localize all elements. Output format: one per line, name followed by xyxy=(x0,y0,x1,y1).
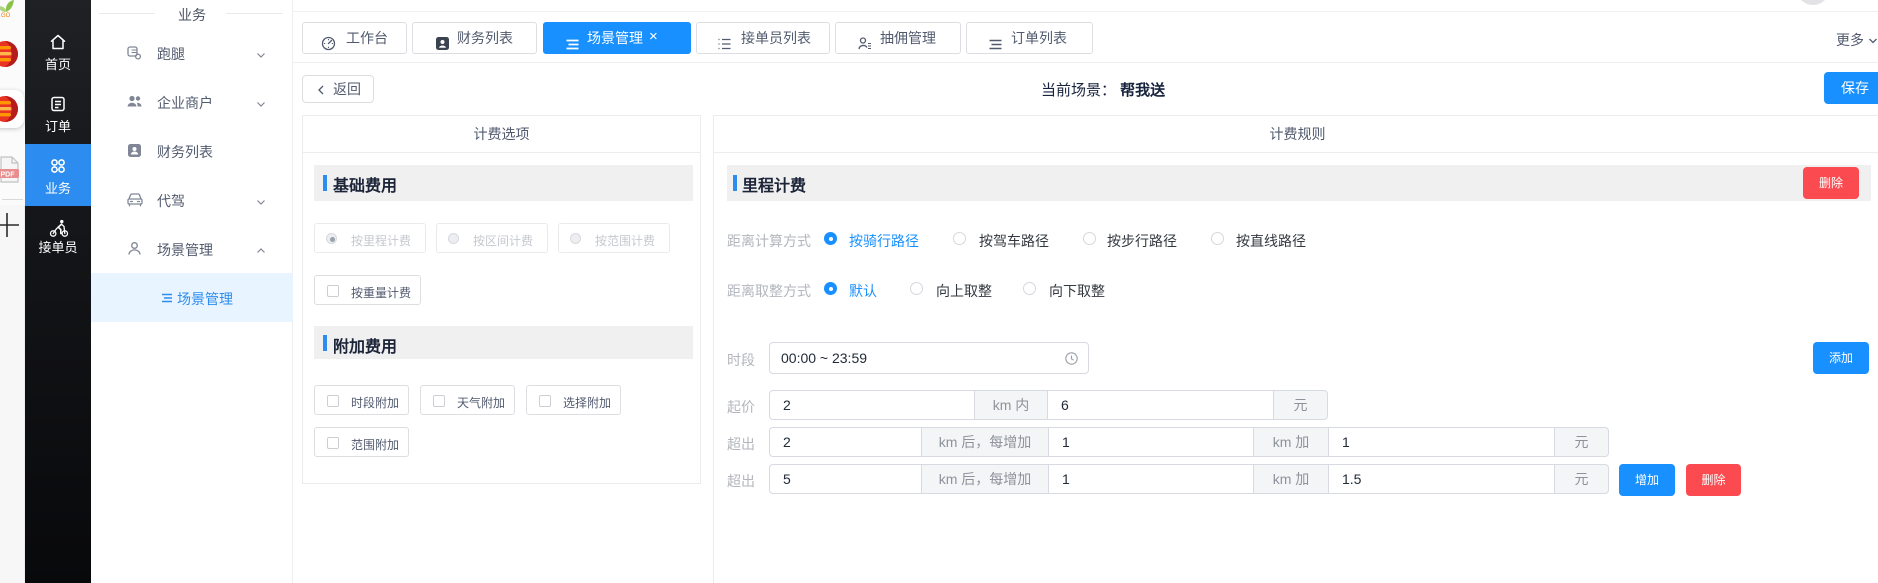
svg-text:GO: GO xyxy=(1,13,11,18)
svg-text:PDF: PDF xyxy=(1,172,16,179)
